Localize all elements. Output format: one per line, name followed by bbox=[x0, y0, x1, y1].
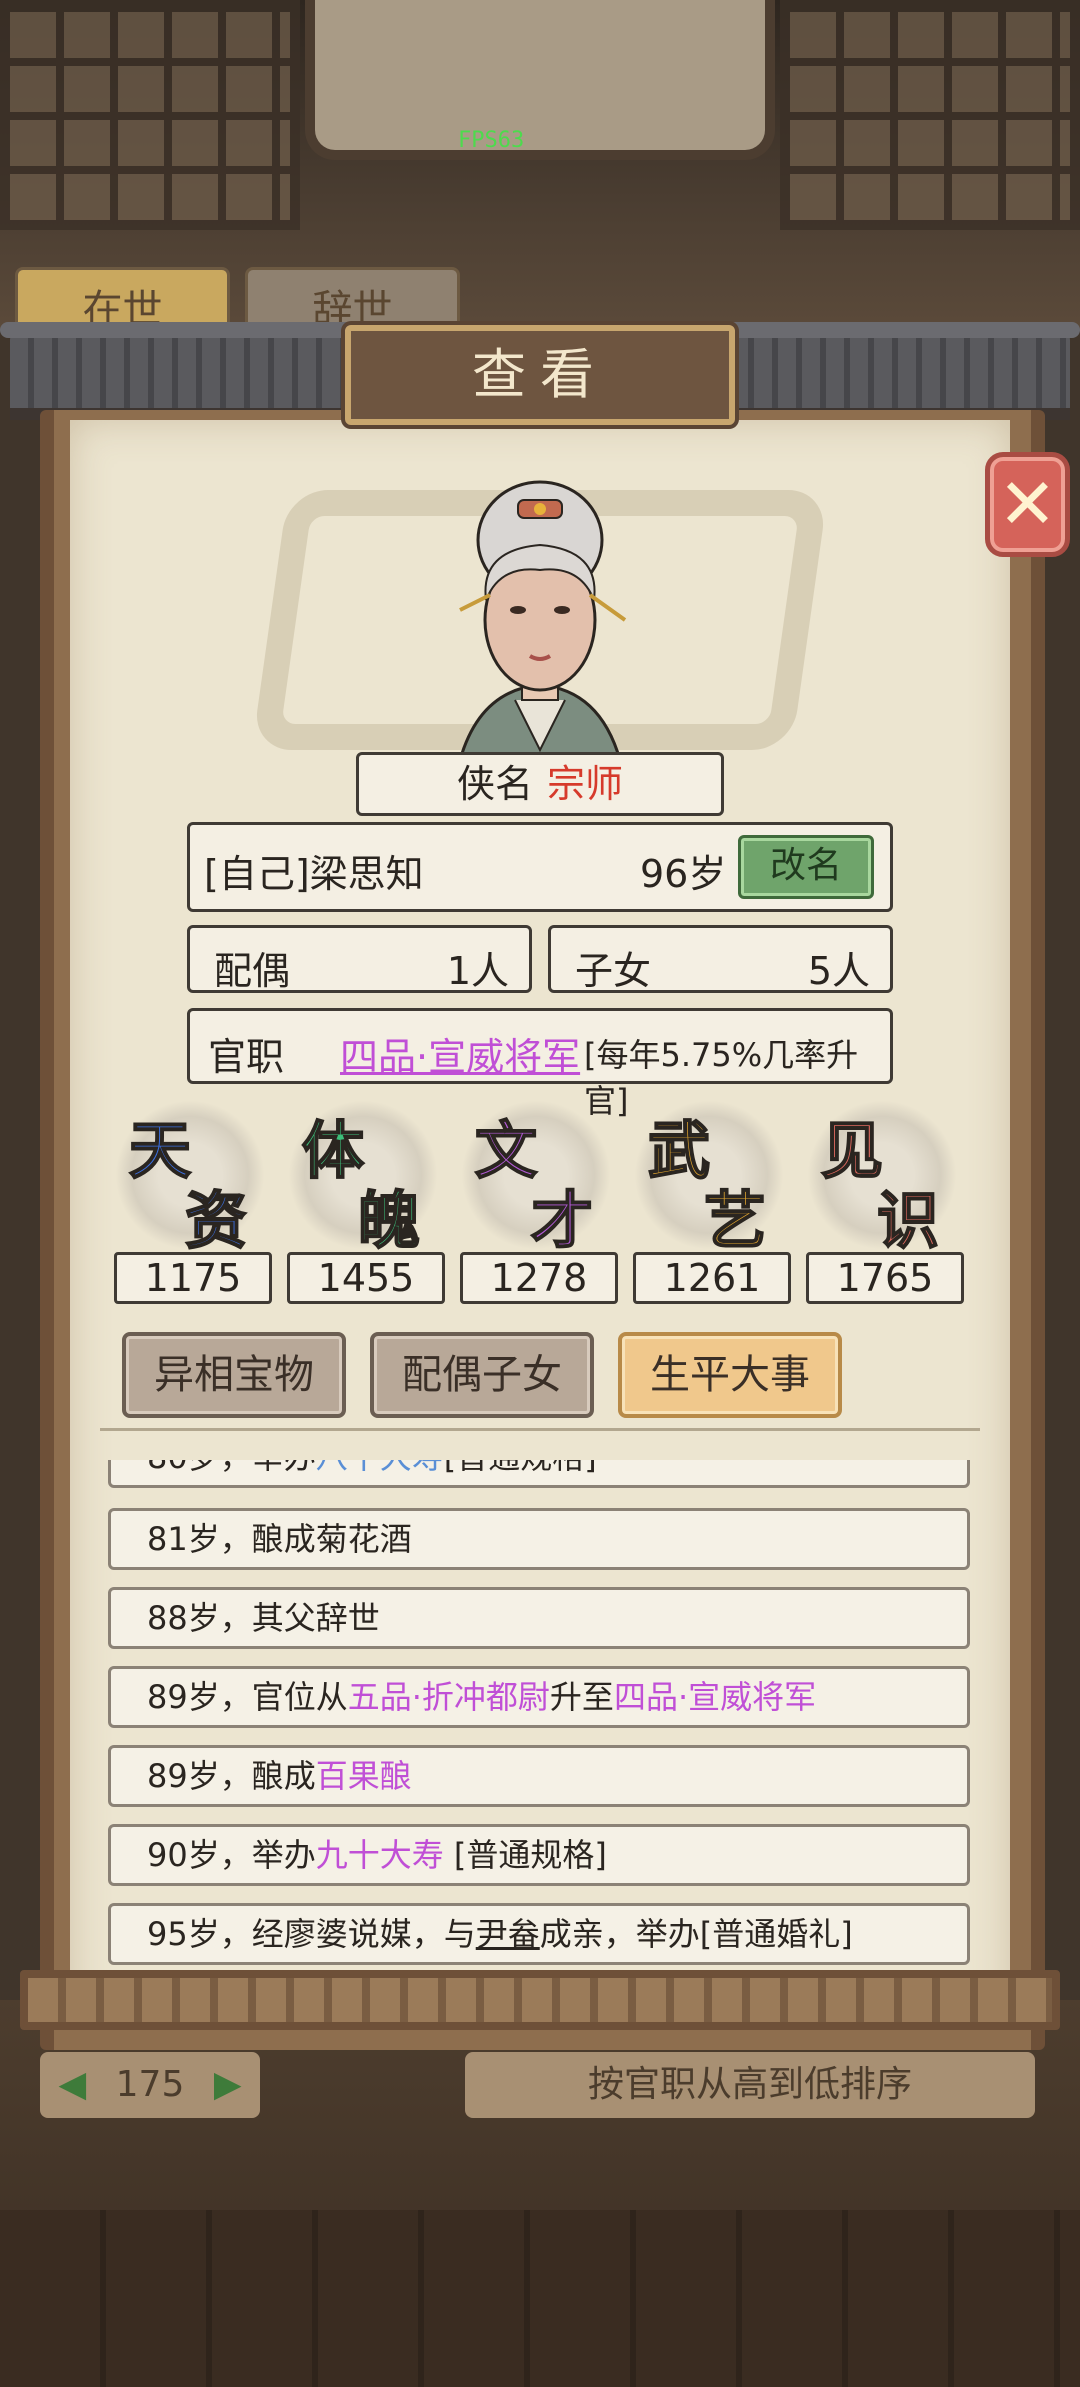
dialog-title: 查看 bbox=[345, 325, 735, 425]
event-highlight: 五品·折冲都尉 bbox=[347, 1678, 550, 1716]
office-row: 官职 四品·宣威将军 [每年5.75%几率升官] bbox=[187, 1008, 893, 1120]
event-text: 成亲，举办[普通婚礼] bbox=[539, 1915, 853, 1953]
stat-glyph-bottom: 识 bbox=[876, 1183, 940, 1258]
list-item: 81岁，酿成菊花酒 bbox=[108, 1508, 970, 1570]
stat-glyph-top: 天 bbox=[128, 1113, 192, 1188]
tab-life-events[interactable]: 生平大事 bbox=[618, 1332, 842, 1418]
tab-treasures[interactable]: 异相宝物 bbox=[122, 1332, 346, 1418]
list-item: 89岁，官位从五品·折冲都尉升至四品·宣威将军 bbox=[108, 1666, 970, 1728]
bottom-railing bbox=[20, 1970, 1060, 2030]
event-text: 88岁，其父辞世 bbox=[147, 1599, 380, 1637]
stat-insight-emblem: 见 识 bbox=[807, 1100, 957, 1258]
window-lattice-left bbox=[0, 0, 300, 230]
event-text: 升至 bbox=[549, 1678, 614, 1716]
hero-title-box: 侠名 宗师 bbox=[356, 752, 724, 816]
office-link[interactable]: 四品·宣威将军 bbox=[340, 1026, 580, 1081]
life-events-list[interactable]: 80岁，举办八十大寿[普通规格] 81岁，酿成菊花酒 88岁，其父辞世 89岁，… bbox=[108, 1460, 970, 1972]
stat-glyph-top: 见 bbox=[820, 1113, 884, 1188]
list-item: 95岁，经廖婆说媒，与尹畚成亲，举办[普通婚礼] bbox=[108, 1903, 970, 1965]
stat-glyph-bottom: 艺 bbox=[703, 1183, 767, 1258]
event-highlight: 八十大寿 bbox=[316, 1460, 444, 1476]
stat-literary-emblem: 文 才 bbox=[461, 1100, 611, 1258]
prev-page-icon[interactable]: ◀ bbox=[59, 2064, 87, 2105]
stat-glyph-bottom: 魄 bbox=[357, 1183, 421, 1258]
stat-glyph-top: 体 bbox=[301, 1113, 365, 1188]
stat-martial-value: 1261 bbox=[633, 1252, 791, 1304]
identity-row: [自己]梁思知 96岁 改名 bbox=[187, 822, 893, 912]
event-text: 90岁，举办 bbox=[147, 1836, 316, 1874]
next-page-icon[interactable]: ▶ bbox=[214, 2064, 242, 2105]
list-item: 90岁，举办九十大寿 [普通规格] bbox=[108, 1824, 970, 1886]
children-count: 5人 bbox=[807, 949, 870, 993]
close-button[interactable]: ✕ bbox=[985, 452, 1070, 557]
stat-glyph-bottom: 才 bbox=[530, 1183, 594, 1258]
list-divider bbox=[100, 1428, 980, 1448]
spouse-box: 配偶 1人 bbox=[187, 925, 532, 993]
event-highlight: 百果酿 bbox=[315, 1757, 412, 1795]
stat-martial-emblem: 武 艺 bbox=[634, 1100, 784, 1258]
event-text: 89岁，官位从 bbox=[147, 1678, 348, 1716]
children-label: 子女 bbox=[575, 949, 652, 993]
stat-glyph-top: 文 bbox=[474, 1113, 538, 1188]
event-text: 89岁，酿成 bbox=[147, 1757, 316, 1795]
office-label: 官职 bbox=[208, 1035, 285, 1079]
character-portrait bbox=[458, 480, 627, 760]
hero-title-label: 侠名 bbox=[456, 762, 533, 806]
event-highlight: 九十大寿 bbox=[315, 1836, 444, 1874]
event-text: 81岁，酿成菊花酒 bbox=[147, 1520, 412, 1558]
children-box: 子女 5人 bbox=[548, 925, 893, 993]
event-text: [普通规格] bbox=[443, 1836, 607, 1874]
stat-aptitude-value: 1175 bbox=[114, 1252, 272, 1304]
spouse-count: 1人 bbox=[446, 949, 509, 993]
event-text: 80岁，举办 bbox=[147, 1460, 316, 1476]
page-indicator[interactable]: ◀ 175 ▶ bbox=[40, 2052, 260, 2118]
stat-physique-emblem: 体 魄 bbox=[288, 1100, 438, 1258]
tab-family[interactable]: 配偶子女 bbox=[370, 1332, 594, 1418]
sort-button[interactable]: 按官职从高到低排序 bbox=[465, 2052, 1035, 2118]
hero-title-value: 宗师 bbox=[547, 762, 624, 806]
list-item: 89岁，酿成百果酿 bbox=[108, 1745, 970, 1807]
window-lattice-right bbox=[780, 0, 1080, 230]
page-number: 175 bbox=[115, 2064, 185, 2105]
stat-glyph-top: 武 bbox=[647, 1113, 711, 1188]
stat-literary-value: 1278 bbox=[460, 1252, 618, 1304]
event-text: [普通规格] bbox=[444, 1460, 597, 1476]
list-item: 80岁，举办八十大寿[普通规格] bbox=[108, 1460, 970, 1488]
character-name: [自己]梁思知 bbox=[204, 852, 424, 896]
spouse-name-link[interactable]: 尹畚 bbox=[476, 1915, 540, 1953]
fps-counter: FPS63 bbox=[458, 128, 525, 153]
event-text: 95岁，经廖婆说媒，与 bbox=[147, 1915, 476, 1953]
stat-physique-value: 1455 bbox=[287, 1252, 445, 1304]
orchid-painting bbox=[305, 0, 775, 160]
stat-insight-value: 1765 bbox=[806, 1252, 964, 1304]
close-x-icon: ✕ bbox=[998, 463, 1057, 545]
event-highlight: 四品·宣威将军 bbox=[613, 1678, 817, 1716]
background-planks bbox=[0, 2210, 1080, 2387]
spouse-label: 配偶 bbox=[214, 949, 291, 993]
character-age: 96岁 bbox=[640, 852, 727, 896]
rename-button[interactable]: 改名 bbox=[738, 835, 874, 899]
stat-aptitude-emblem: 天 资 bbox=[115, 1100, 265, 1258]
list-item: 88岁，其父辞世 bbox=[108, 1587, 970, 1649]
stat-glyph-bottom: 资 bbox=[184, 1183, 248, 1258]
